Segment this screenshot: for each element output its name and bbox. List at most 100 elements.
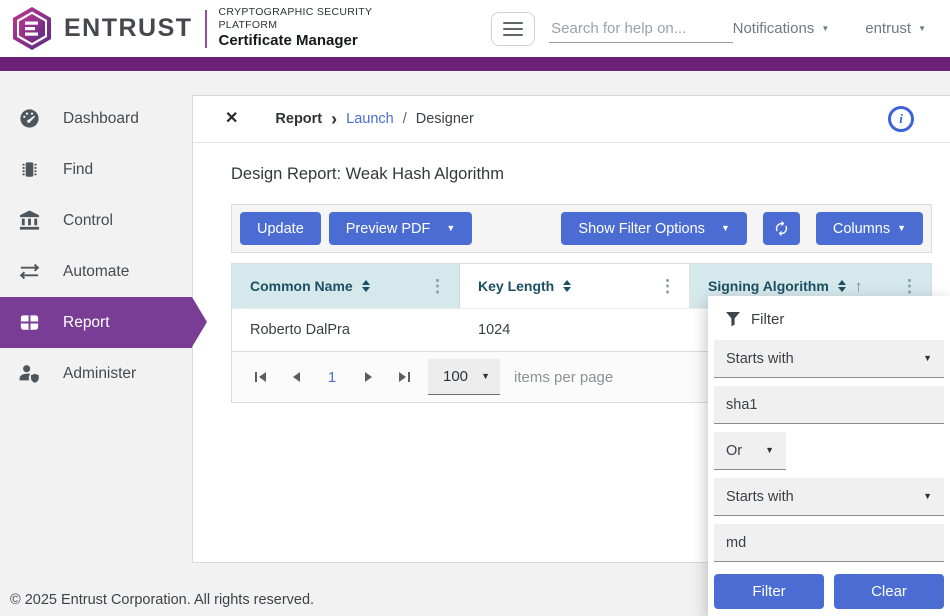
- sidebar-item-report[interactable]: Report: [0, 297, 192, 348]
- update-label: Update: [257, 221, 304, 237]
- preview-pdf-button[interactable]: Preview PDF ▼: [329, 212, 473, 245]
- filter-apply-button[interactable]: Filter: [714, 574, 824, 609]
- cell-key-length: 1024: [460, 309, 690, 351]
- sidebar-item-automate[interactable]: Automate: [0, 246, 192, 297]
- column-menu-icon[interactable]: ⋮: [429, 278, 446, 295]
- filter-operator-2-value: Starts with: [726, 489, 794, 505]
- chevron-down-icon: ▼: [721, 224, 730, 233]
- sidebar-item-label: Find: [63, 161, 93, 179]
- update-button[interactable]: Update: [240, 212, 321, 245]
- refresh-button[interactable]: [763, 212, 800, 245]
- chevron-down-icon: ▼: [765, 446, 774, 455]
- funnel-icon: [726, 312, 740, 327]
- chevron-down-icon: ▼: [923, 354, 932, 363]
- info-icon[interactable]: i: [888, 106, 914, 132]
- sort-icon[interactable]: [362, 280, 370, 292]
- filter-operator-2-select[interactable]: Starts with ▼: [714, 478, 944, 516]
- header-right: Notifications ▼ entrust ▼: [733, 20, 950, 37]
- last-page-button[interactable]: [386, 362, 422, 392]
- column-menu-icon[interactable]: ⋮: [901, 278, 918, 295]
- chevron-down-icon: ▼: [446, 224, 455, 233]
- breadcrumb-launch-link[interactable]: Launch: [346, 111, 394, 127]
- sidebar-item-label: Dashboard: [63, 110, 139, 128]
- page-title: Design Report: Weak Hash Algorithm: [231, 165, 912, 184]
- page-size-select[interactable]: 100 ▼: [428, 359, 500, 395]
- filter-clear-button[interactable]: Clear: [834, 574, 944, 609]
- sidebar-item-control[interactable]: Control: [0, 195, 192, 246]
- help-search-input[interactable]: [549, 15, 732, 43]
- filter-popup-title: Filter: [751, 311, 784, 328]
- sidebar-item-label: Automate: [63, 263, 129, 281]
- filter-operator-1-select[interactable]: Starts with ▼: [714, 340, 944, 378]
- filter-popup-buttons: Filter Clear: [714, 574, 944, 609]
- items-per-page-label: items per page: [514, 369, 613, 386]
- breadcrumb-separator: /: [403, 111, 407, 127]
- column-label: Key Length: [478, 278, 554, 294]
- brand-accent-bar: [0, 57, 950, 71]
- user-shield-icon: [18, 362, 41, 385]
- toolbar-right-group: Show Filter Options ▼ Columns ▼: [561, 212, 923, 245]
- cell-common-name: Roberto DalPra: [232, 309, 460, 351]
- notifications-dropdown[interactable]: Notifications ▼: [733, 20, 830, 37]
- column-header-key-length[interactable]: Key Length ⋮: [460, 264, 690, 308]
- page-size-value: 100: [443, 368, 468, 385]
- report-toolbar: Update Preview PDF ▼ Show Filter Options…: [231, 204, 932, 253]
- column-menu-icon[interactable]: ⋮: [659, 278, 676, 295]
- brand-divider: [205, 10, 207, 48]
- entrust-hexagon-icon: [10, 5, 54, 52]
- entrust-wordmark: ENTRUST: [64, 14, 193, 43]
- next-page-button[interactable]: [350, 362, 386, 392]
- entrust-logo: ENTRUST: [0, 5, 193, 52]
- show-filter-options-label: Show Filter Options: [578, 221, 705, 237]
- close-icon[interactable]: ✕: [225, 111, 238, 127]
- breadcrumb-designer: Designer: [416, 111, 474, 127]
- filter-popup-header: Filter: [714, 296, 944, 340]
- menu-toggle-button[interactable]: [491, 12, 535, 46]
- columns-button[interactable]: Columns ▼: [816, 212, 923, 245]
- sidebar-item-label: Control: [63, 212, 113, 230]
- help-search: [549, 15, 732, 43]
- chevron-down-icon: ▼: [897, 224, 906, 233]
- column-label: Common Name: [250, 278, 353, 294]
- filter-operator-1-value: Starts with: [726, 351, 794, 367]
- sort-icon[interactable]: [838, 280, 846, 292]
- product-label: Certificate Manager: [219, 32, 427, 51]
- chip-icon: [18, 158, 41, 181]
- info-glyph: i: [899, 111, 903, 127]
- filter-logic-select[interactable]: Or ▼: [714, 432, 786, 470]
- grid-icon: [18, 311, 41, 334]
- sidebar-item-label: Administer: [63, 365, 136, 383]
- column-label: Signing Algorithm: [708, 278, 829, 294]
- gauge-icon: [18, 107, 41, 130]
- sidebar-nav: Dashboard Find Control: [0, 71, 192, 614]
- app-header: ENTRUST CRYPTOGRAPHIC SECURITY PLATFORM …: [0, 0, 950, 57]
- breadcrumb-bar: ✕ Report › Launch / Designer i: [193, 96, 950, 143]
- preview-pdf-label: Preview PDF: [346, 221, 431, 237]
- page-number[interactable]: 1: [314, 369, 350, 386]
- notifications-label: Notifications: [733, 20, 815, 37]
- refresh-icon: [773, 220, 790, 237]
- column-header-common-name[interactable]: Common Name ⋮: [232, 264, 460, 308]
- sidebar-item-find[interactable]: Find: [0, 144, 192, 195]
- product-name-block: CRYPTOGRAPHIC SECURITY PLATFORM Certific…: [219, 6, 427, 51]
- columns-label: Columns: [833, 221, 890, 237]
- account-label: entrust: [865, 20, 911, 37]
- breadcrumb: Report › Launch / Designer: [275, 111, 473, 127]
- arrows-swap-icon: [18, 260, 41, 283]
- filter-logic-value: Or: [726, 443, 742, 459]
- chevron-down-icon: ▼: [821, 25, 829, 33]
- column-filter-popup: Filter Starts with ▼ Or ▼ Starts with ▼ …: [708, 296, 950, 616]
- chevron-down-icon: ▼: [923, 492, 932, 501]
- sort-icon[interactable]: [563, 280, 571, 292]
- account-dropdown[interactable]: entrust ▼: [865, 20, 926, 37]
- sort-ascending-icon: ↑: [855, 278, 863, 295]
- previous-page-button[interactable]: [278, 362, 314, 392]
- sidebar-item-administer[interactable]: Administer: [0, 348, 192, 399]
- filter-value-2-input[interactable]: [714, 524, 944, 562]
- chevron-down-icon: ▼: [918, 25, 926, 33]
- filter-value-1-input[interactable]: [714, 386, 944, 424]
- show-filter-options-button[interactable]: Show Filter Options ▼: [561, 212, 746, 245]
- platform-label: CRYPTOGRAPHIC SECURITY PLATFORM: [219, 6, 427, 32]
- sidebar-item-dashboard[interactable]: Dashboard: [0, 93, 192, 144]
- first-page-button[interactable]: [242, 362, 278, 392]
